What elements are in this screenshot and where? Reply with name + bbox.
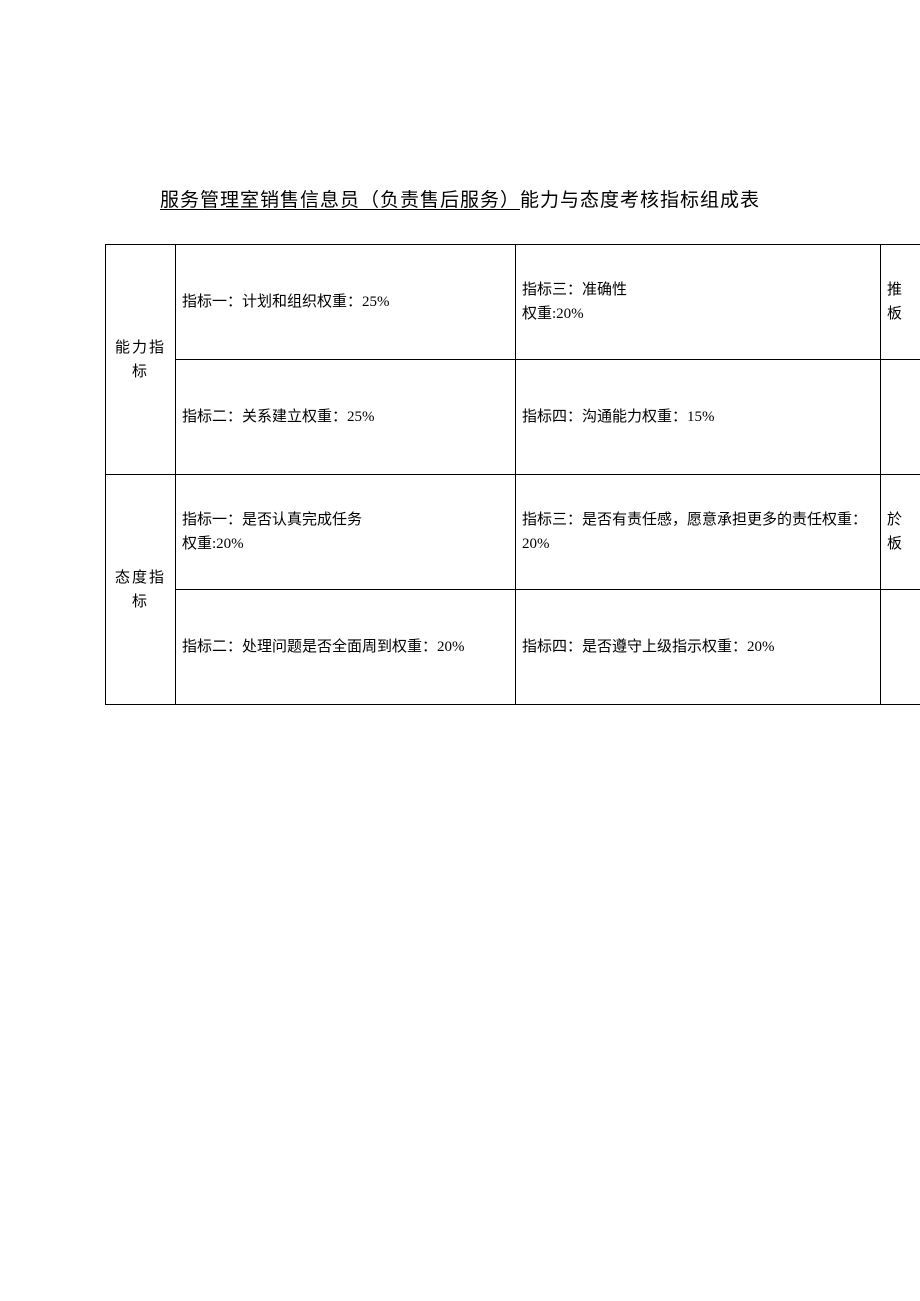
cell-text-line1: 指标三：准确性	[522, 278, 874, 302]
cell-text-line1: 於	[887, 508, 915, 532]
cell-text-line2: 权重:20%	[522, 302, 874, 326]
section-header-ability: 能力指标	[106, 245, 176, 475]
ability-indicator-2: 指标二：关系建立权重：25%	[176, 360, 516, 475]
cell-text: 指标二：关系建立权重：25%	[182, 409, 375, 425]
section-header-attitude: 态度指标	[106, 475, 176, 705]
attitude-extra-1: 於 板	[881, 475, 920, 590]
ability-indicator-3: 指标三：准确性 权重:20%	[516, 245, 881, 360]
cell-text: 指标四：沟通能力权重：15%	[522, 409, 715, 425]
ability-indicator-4: 指标四：沟通能力权重：15%	[516, 360, 881, 475]
attitude-indicator-3: 指标三：是否有责任感，愿意承担更多的责任权重：20%	[516, 475, 881, 590]
section-header-text: 态度指标	[112, 566, 169, 614]
page-title: 服务管理室销售信息员（负责售后服务）能力与态度考核指标组成表	[0, 0, 920, 244]
cell-text: 指标三：是否有责任感，愿意承担更多的责任权重：20%	[522, 512, 867, 552]
section-header-text: 能力指标	[112, 336, 169, 384]
cell-text: 指标四：是否遵守上级指示权重：20%	[522, 639, 775, 655]
ability-indicator-1: 指标一：计划和组织权重：25%	[176, 245, 516, 360]
indicator-table: 能力指标 指标一：计划和组织权重：25% 指标三：准确性 权重:20% 推 板 …	[105, 244, 920, 705]
cell-text-line2: 权重:20%	[182, 532, 509, 556]
title-underlined: 服务管理室销售信息员（负责售后服务）	[160, 190, 520, 211]
attitude-indicator-1: 指标一：是否认真完成任务 权重:20%	[176, 475, 516, 590]
ability-extra-1: 推 板	[881, 245, 920, 360]
attitude-extra-2	[881, 590, 920, 705]
cell-text-line2: 板	[887, 532, 915, 556]
cell-text-line2: 板	[887, 302, 915, 326]
title-rest: 能力与态度考核指标组成表	[520, 190, 760, 211]
ability-extra-2	[881, 360, 920, 475]
attitude-indicator-4: 指标四：是否遵守上级指示权重：20%	[516, 590, 881, 705]
cell-text: 指标二：处理问题是否全面周到权重：20%	[182, 639, 465, 655]
cell-text: 指标一：计划和组织权重：25%	[182, 294, 390, 310]
cell-text-line1: 指标一：是否认真完成任务	[182, 508, 509, 532]
cell-text-line1: 推	[887, 278, 915, 302]
attitude-indicator-2: 指标二：处理问题是否全面周到权重：20%	[176, 590, 516, 705]
